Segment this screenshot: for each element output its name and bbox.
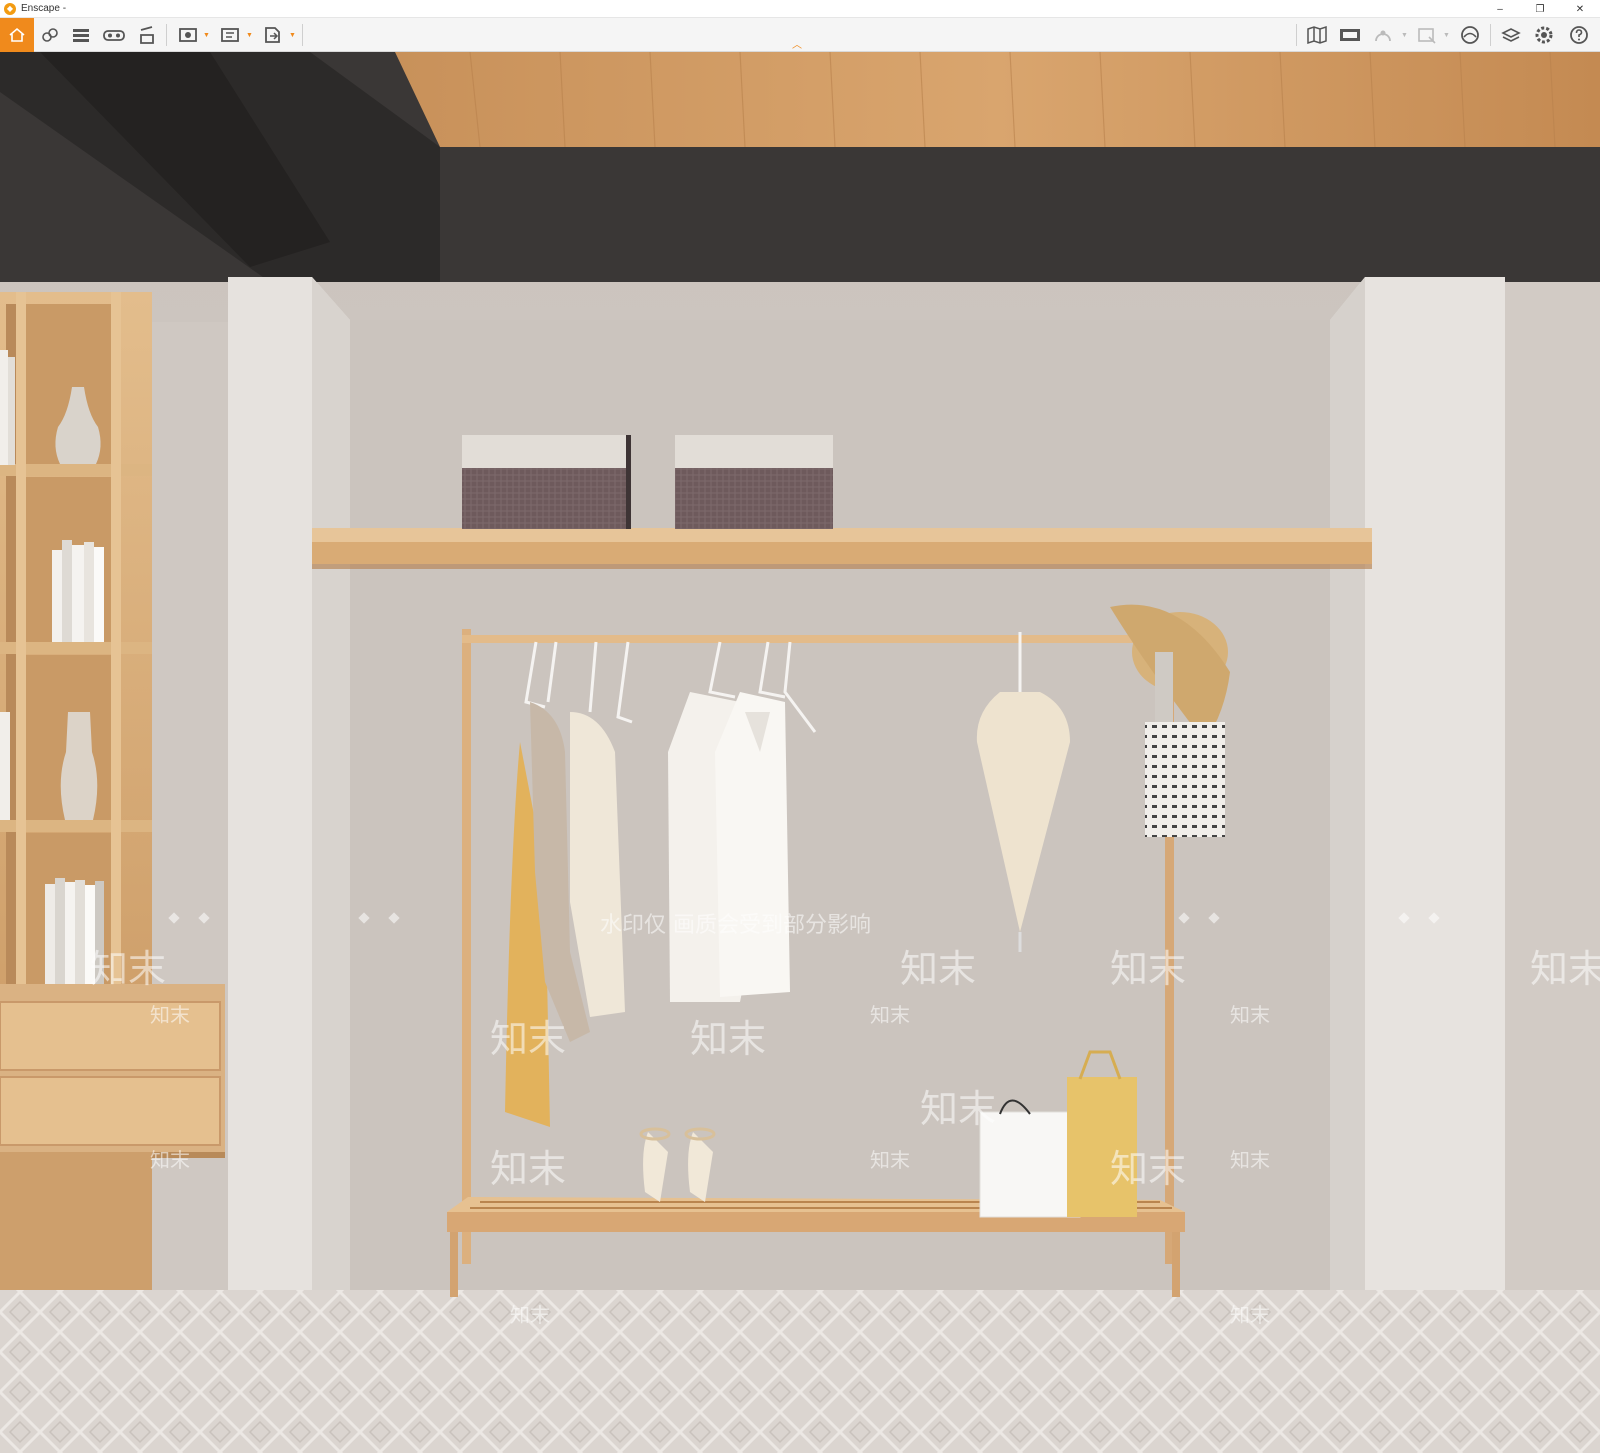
export-icon	[265, 27, 280, 43]
map-button[interactable]	[1303, 21, 1331, 49]
help-icon	[1570, 26, 1588, 44]
view-management-icon	[1340, 29, 1360, 41]
help-button[interactable]	[1565, 21, 1593, 49]
sun-dropdown-icon[interactable]: ▼	[1401, 32, 1408, 39]
watermark-brand: 知末	[920, 1087, 996, 1131]
watermark-brand: 知末	[510, 1303, 550, 1327]
home-icon	[9, 27, 25, 42]
watermark-brand: 知末	[1230, 1003, 1270, 1027]
floor-gloss	[0, 1290, 1600, 1453]
storage-box-right	[675, 435, 833, 529]
minimize-button[interactable]: –	[1480, 0, 1520, 18]
watermark-brand: 知末	[690, 1017, 766, 1061]
watermark-brand: 知末	[150, 1003, 190, 1027]
storage-box-left	[462, 435, 631, 529]
settings-icon	[1535, 26, 1553, 44]
maximize-button[interactable]: ❐	[1520, 0, 1560, 18]
title-bar: ◆ Enscape - – ❐ ✕	[0, 0, 1600, 18]
wall-shelf	[312, 528, 1372, 569]
toolbar-separator	[1296, 24, 1297, 46]
render-viewport[interactable]: 水印仅 画质会受到部分影响 知末 知末 知末 知末 知末 知末 知末 知末 知末…	[0, 52, 1600, 1453]
window-title: Enscape -	[21, 3, 67, 14]
toolbar-separator	[302, 24, 303, 46]
watermark-brand: 知末	[1110, 947, 1186, 991]
atmosphere-button[interactable]	[1456, 21, 1484, 49]
watermark-brand: 知末	[870, 1003, 910, 1027]
batch-render-dropdown-icon[interactable]: ▼	[246, 32, 253, 39]
window-controls: – ❐ ✕	[1480, 0, 1600, 18]
link-button[interactable]	[36, 21, 64, 49]
settings-button[interactable]	[1530, 21, 1558, 49]
vr-headset-button[interactable]	[100, 21, 128, 49]
watermark-brand: 知末	[1530, 947, 1600, 991]
asset-library-button[interactable]	[67, 21, 95, 49]
watermark-brand: 知末	[870, 1148, 910, 1172]
screenshot-dropdown-icon[interactable]: ▼	[203, 32, 210, 39]
home-button[interactable]	[0, 18, 34, 52]
capture-icon	[1418, 28, 1436, 44]
watermark-brand: 知末	[490, 1017, 566, 1061]
video-editor-icon	[140, 26, 154, 44]
atmosphere-icon	[1461, 26, 1479, 44]
sun-icon	[1375, 30, 1391, 42]
batch-render-button[interactable]	[216, 21, 244, 49]
watermark-text: 水印仅 画质会受到部分影响	[600, 913, 871, 938]
material-editor-button[interactable]	[1497, 21, 1525, 49]
toolbar-separator	[166, 24, 167, 46]
screenshot-button[interactable]	[174, 21, 202, 49]
batch-render-icon	[221, 28, 239, 42]
vr-headset-icon	[103, 30, 125, 41]
map-icon	[1307, 25, 1327, 45]
watermark-brand: 知末	[1230, 1303, 1270, 1327]
export-dropdown-icon[interactable]: ▼	[289, 32, 296, 39]
watermark-brand: 知末	[1110, 1147, 1186, 1191]
sun-position-button[interactable]	[1369, 21, 1397, 49]
link-icon	[42, 28, 58, 42]
watermark-brand: 知末	[150, 1148, 190, 1172]
right-wall	[1505, 282, 1600, 1290]
screenshot-icon	[179, 28, 197, 42]
right-pillar-side	[1330, 277, 1365, 1315]
watermark-brand: 知末	[900, 947, 976, 991]
toolbar-separator	[1490, 24, 1491, 46]
export-button[interactable]	[259, 21, 287, 49]
bookshelf	[0, 292, 152, 998]
capture-dropdown-icon[interactable]: ▼	[1443, 32, 1450, 39]
watermark-brand: 知末	[490, 1147, 566, 1191]
watermark-brand: 知末	[90, 947, 166, 991]
enscape-toolbar: ▼ ▼ ▼ ︿ ▼ ▼	[0, 18, 1600, 52]
left-pillar-side	[312, 277, 350, 1315]
material-editor-icon	[1501, 28, 1521, 42]
video-editor-button[interactable]	[133, 21, 161, 49]
collapse-toolbar-icon[interactable]: ︿	[792, 36, 802, 51]
asset-library-icon	[73, 29, 89, 42]
watermark-brand: 知末	[1230, 1148, 1270, 1172]
view-management-button[interactable]	[1336, 21, 1364, 49]
rendered-scene: 水印仅 画质会受到部分影响 知末 知末 知末 知末 知末 知末 知末 知末 知末…	[0, 52, 1600, 1453]
close-button[interactable]: ✕	[1560, 0, 1600, 18]
enscape-logo-icon: ◆	[4, 2, 16, 15]
capture-button[interactable]	[1413, 21, 1441, 49]
wood-ceiling-panel	[395, 52, 1600, 147]
